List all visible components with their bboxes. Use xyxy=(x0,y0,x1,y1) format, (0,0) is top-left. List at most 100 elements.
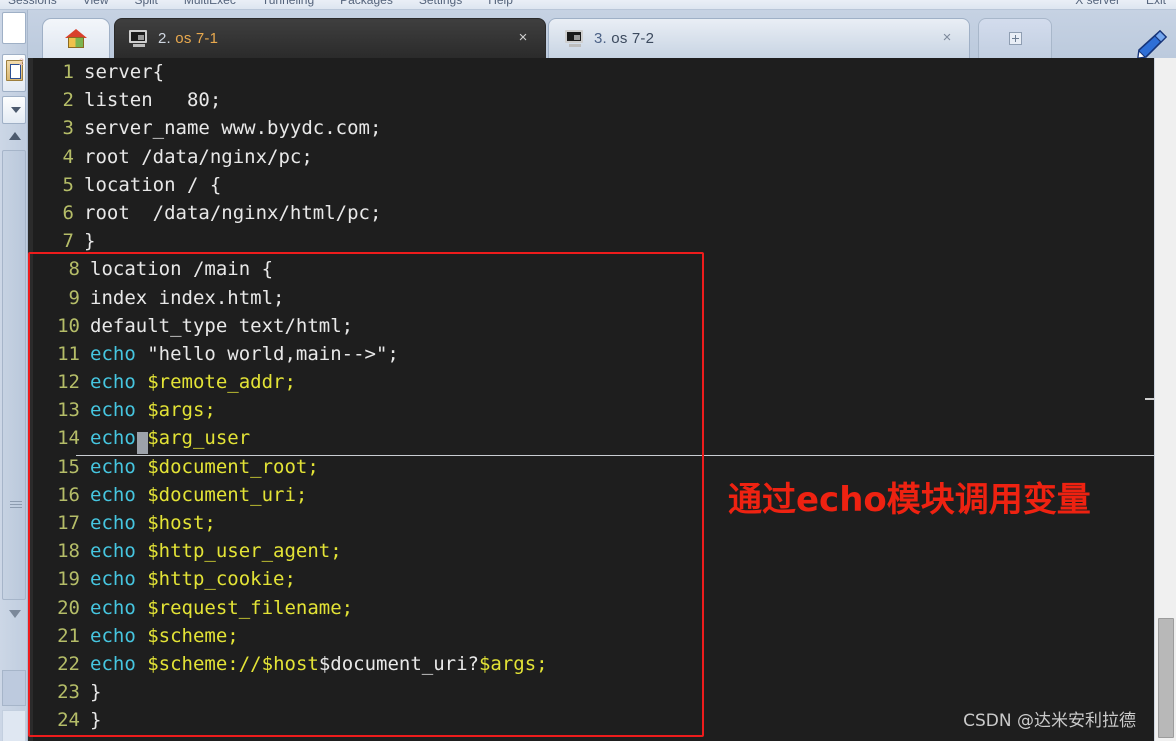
menu-item-multiexec[interactable]: MultiExec xyxy=(184,0,236,7)
line-number: 20 xyxy=(57,596,80,619)
sidebar-panel-lower[interactable] xyxy=(2,670,26,706)
code-line: 2 listen 80; xyxy=(28,86,548,114)
code-token: server{ xyxy=(84,61,165,83)
sidebar-dropdown-button[interactable] xyxy=(2,96,26,124)
menu-item-settings[interactable]: Settings xyxy=(419,0,462,7)
code-line: 7} xyxy=(28,227,548,255)
line-number: 8 xyxy=(68,258,80,281)
tab-close-button[interactable]: × xyxy=(515,30,531,46)
menu-item-view[interactable]: View xyxy=(83,0,109,7)
code-line: 22 echo $scheme://$host$document_uri?$arg… xyxy=(28,650,548,678)
code-line: 3 server_name www.byydc.com; xyxy=(28,114,548,142)
code-token: echo xyxy=(90,568,136,591)
line-number: 11 xyxy=(57,342,80,365)
chevron-down-icon xyxy=(11,107,21,113)
line-number: 3 xyxy=(62,117,74,140)
code-token: root /data/nginx/html/pc; xyxy=(84,201,382,224)
code-token: echo xyxy=(90,624,136,647)
sidebar-folder-button[interactable]: 2 xyxy=(2,54,26,92)
code-token: default_type text/html; xyxy=(90,314,354,337)
code-line: 11 echo "hello world,main-->"; xyxy=(28,340,548,368)
grip-handle-icon[interactable] xyxy=(10,501,22,510)
sidebar-folder-badge: 2 xyxy=(18,57,24,67)
line-number: 15 xyxy=(57,455,80,478)
code-line: 4 root /data/nginx/pc; xyxy=(28,143,548,171)
line-number: 16 xyxy=(57,483,80,506)
code-line: 13 echo $args; xyxy=(28,396,548,424)
sidebar-panel-bottom[interactable] xyxy=(2,710,26,741)
terminal-monitor-icon xyxy=(565,30,585,47)
code-line: 14 echo $arg_user xyxy=(28,424,548,452)
code-token: "hello world,main-->"; xyxy=(135,342,399,365)
right-scrollbar-thumb[interactable] xyxy=(1158,618,1174,738)
code-line: 24} xyxy=(28,706,548,734)
code-token: echo xyxy=(90,455,136,478)
code-token: $scheme: xyxy=(147,652,239,675)
code-token: $arg_user xyxy=(147,427,251,450)
menu-items: Sessions View Split MultiExec Tunneling Packa… xyxy=(8,0,513,7)
line-number: 23 xyxy=(57,681,80,704)
line-number: 14 xyxy=(57,427,80,450)
tab-os-7-1[interactable]: 2. os 7-1 × xyxy=(114,18,546,58)
menu-item-packages[interactable]: Packages xyxy=(340,0,393,7)
tab-close-button[interactable]: × xyxy=(939,30,955,46)
menu-item-tunneling[interactable]: Tunneling xyxy=(262,0,314,7)
menu-item-sessions[interactable]: Sessions xyxy=(8,0,57,7)
tab-name: os 7-1 xyxy=(175,30,219,47)
code-token: $remote_addr; xyxy=(147,371,296,394)
left-sidebar: 2 xyxy=(0,10,28,741)
scroll-down-arrow-icon[interactable] xyxy=(9,610,21,618)
code-line: 10 default_type text/html; xyxy=(28,312,548,340)
line-number: 17 xyxy=(57,512,80,534)
menu-item-x-server[interactable]: X server xyxy=(1075,0,1120,7)
sidebar-blank-panel[interactable] xyxy=(2,12,26,44)
cursor-line-indicator xyxy=(76,455,1154,456)
code-token: } xyxy=(84,230,96,253)
sidebar-scroll-track[interactable] xyxy=(2,150,26,600)
terminal-pane[interactable]: 1 server{2 listen 80; 3 server_name www.byyd… xyxy=(28,58,1154,741)
code-line: 20 echo $request_filename; xyxy=(28,594,548,622)
code-token: echo xyxy=(90,512,136,534)
code-line: 16 echo $document_uri; xyxy=(28,481,548,509)
code-token: listen 80; xyxy=(84,89,222,112)
line-number: 12 xyxy=(57,371,80,394)
code-token: $host xyxy=(261,652,319,675)
line-number: 24 xyxy=(57,709,80,732)
pencil-icon[interactable] xyxy=(1134,28,1168,60)
code-line: 18 echo $http_user_agent; xyxy=(28,537,548,565)
terminal-code: 1 server{2 listen 80; 3 server_name www.byyd… xyxy=(28,58,548,735)
code-token: location /main { xyxy=(90,258,274,281)
line-number: 21 xyxy=(57,624,80,647)
tab-bar: 2. os 7-1 × 3. os 7-2 × xyxy=(28,10,1176,60)
line-number: 18 xyxy=(57,540,80,563)
code-token: server_name www.byydc.com; xyxy=(84,117,382,140)
code-token: $document_uri? xyxy=(318,652,479,675)
line-number: 4 xyxy=(62,145,74,168)
menu-item-split[interactable]: Split xyxy=(135,0,158,7)
menu-item-help[interactable]: Help xyxy=(488,0,513,7)
tab-name: os 7-2 xyxy=(611,30,655,47)
code-token: // xyxy=(238,652,262,675)
code-line: 17 echo $host; xyxy=(28,509,548,537)
plus-icon xyxy=(1008,32,1022,45)
tab-os-7-2[interactable]: 3. os 7-2 × xyxy=(548,18,970,58)
code-token: $args; xyxy=(478,652,548,675)
code-token: echo xyxy=(90,342,136,365)
mobaxterm-window: Sessions View Split MultiExec Tunneling Packa… xyxy=(0,0,1176,741)
scroll-up-arrow-icon[interactable] xyxy=(9,132,21,140)
code-token: $request_filename; xyxy=(147,596,354,619)
tab-home[interactable] xyxy=(42,18,110,58)
code-token: index index.html; xyxy=(90,286,285,309)
code-line: 8 location /main { xyxy=(28,255,548,283)
menu-item-exit[interactable]: Exit xyxy=(1146,0,1166,7)
code-token: location / { xyxy=(84,173,222,196)
code-token: echo xyxy=(90,371,136,394)
new-tab-button[interactable] xyxy=(978,18,1052,58)
code-token: echo xyxy=(90,540,136,563)
line-number: 13 xyxy=(57,399,80,422)
right-scrollbar[interactable] xyxy=(1154,58,1176,741)
